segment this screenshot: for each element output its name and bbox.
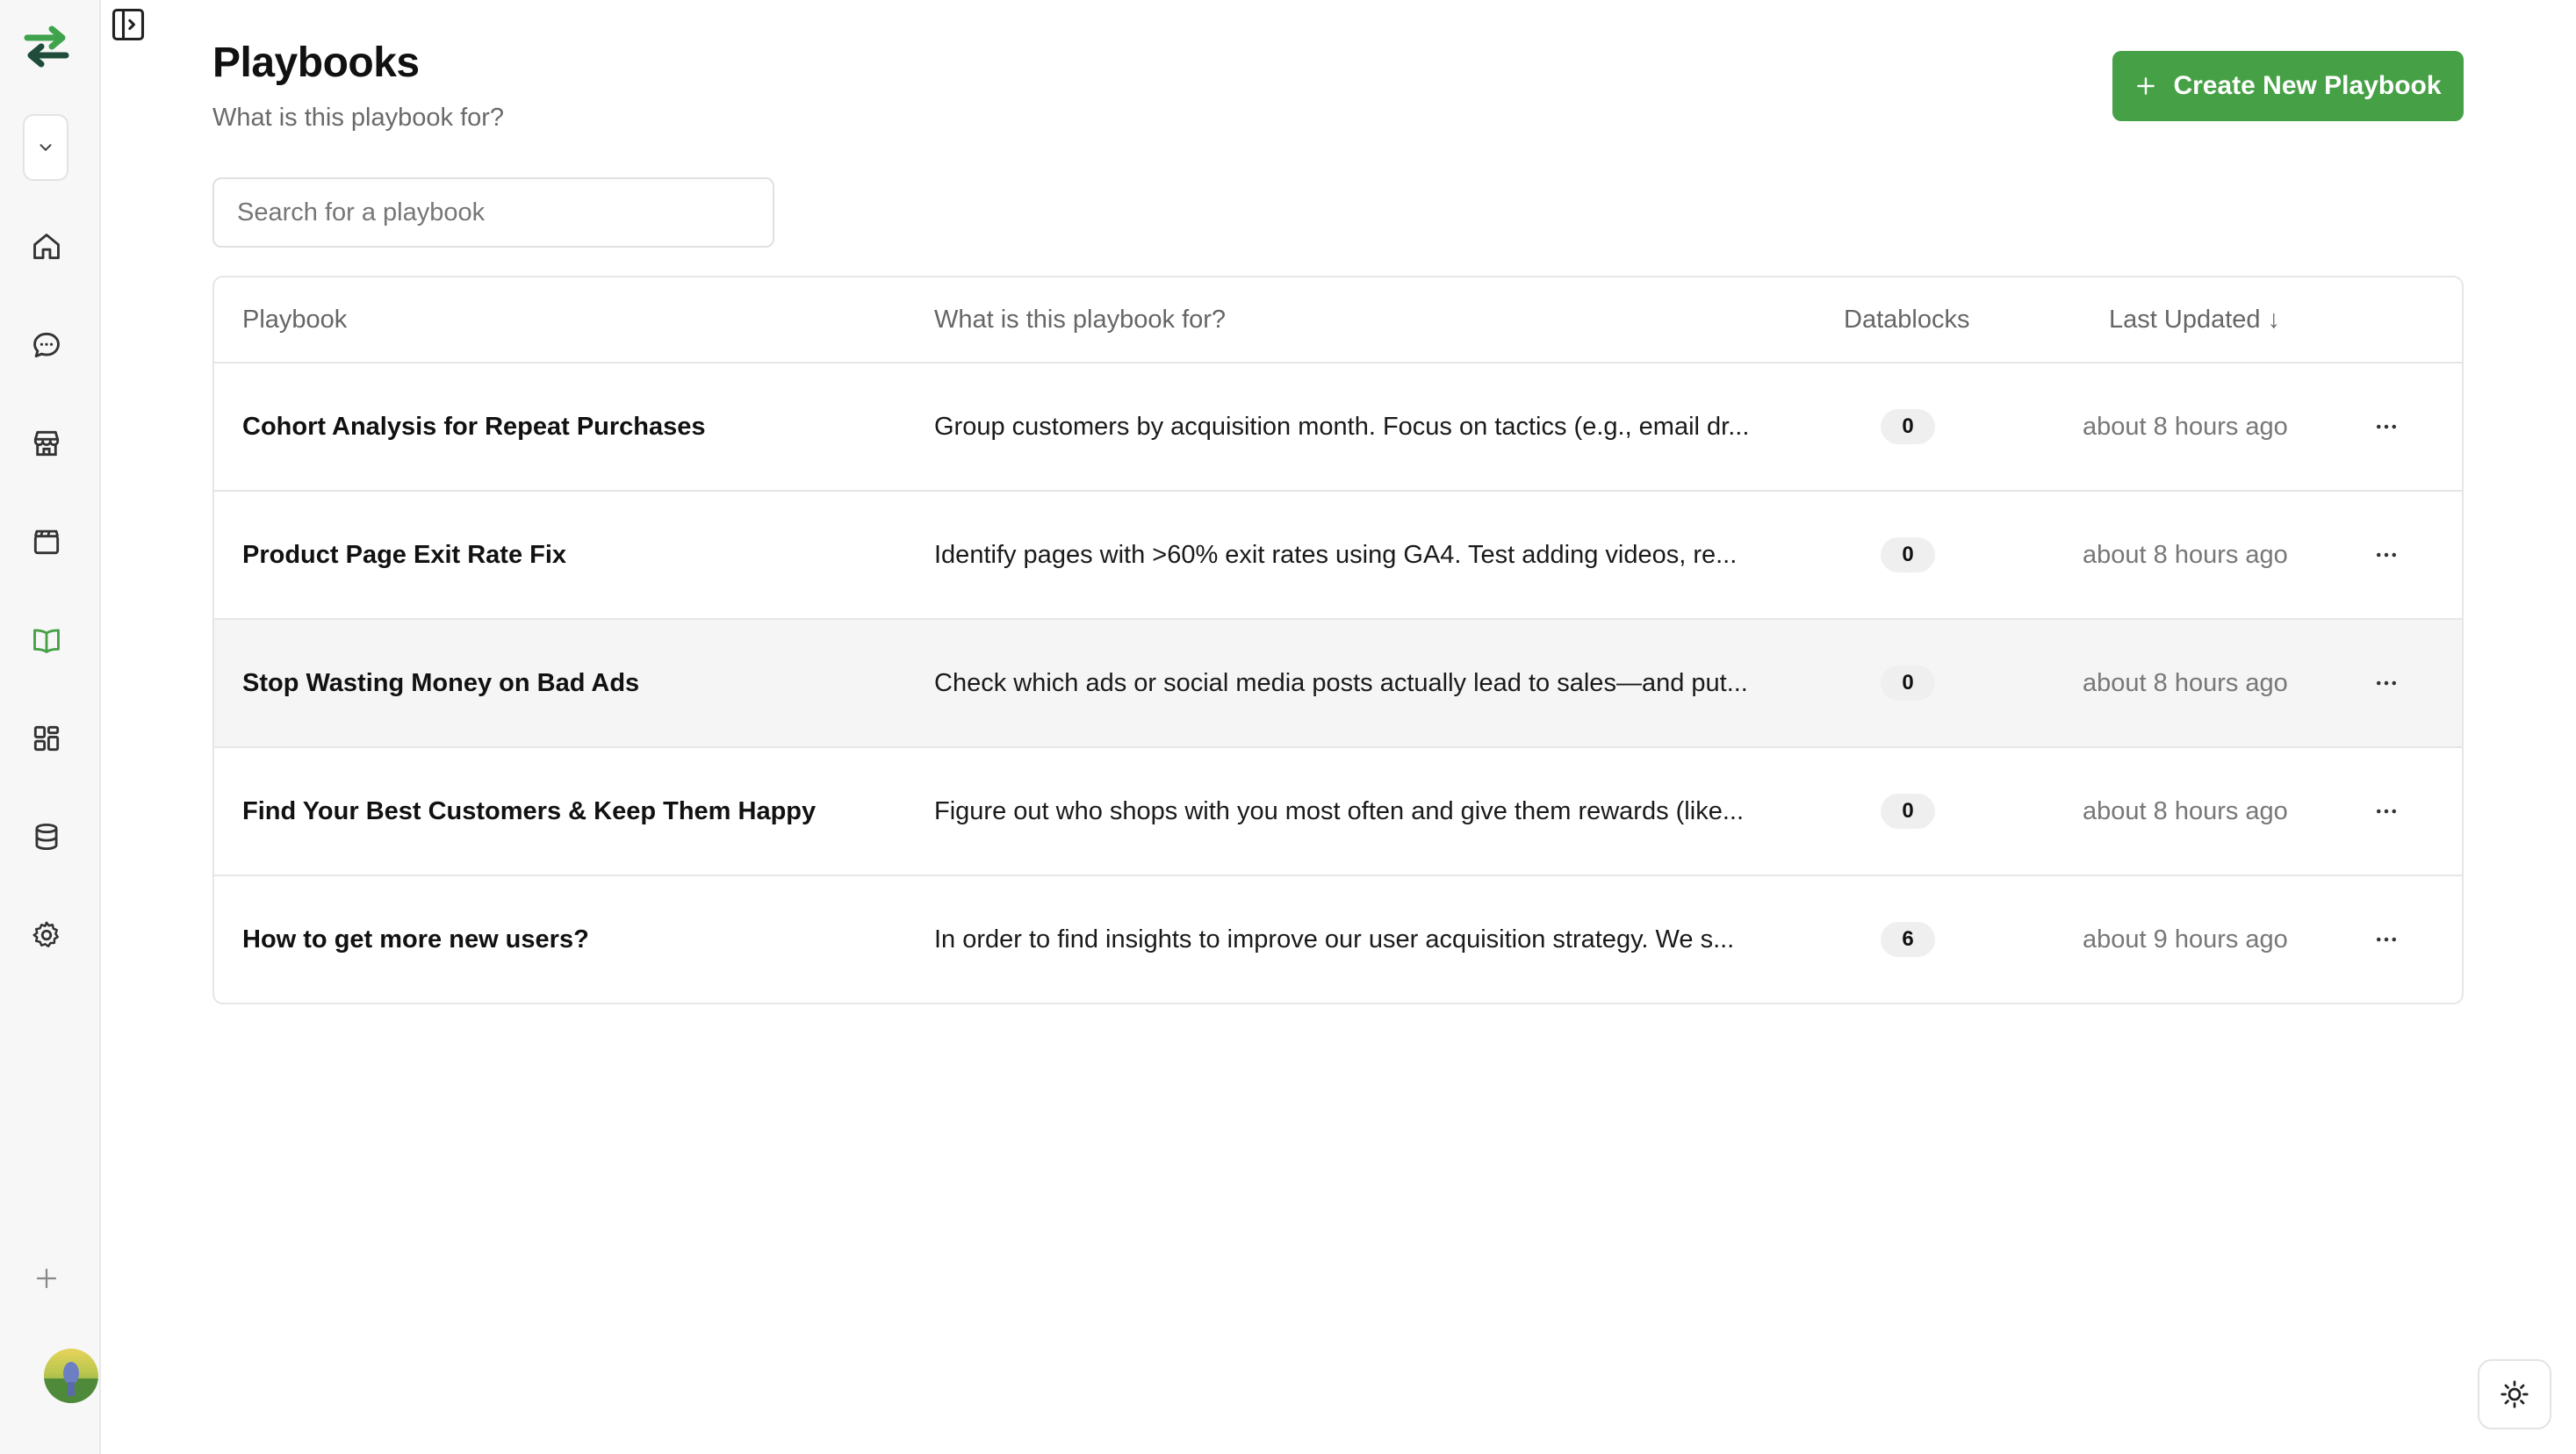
table-row[interactable]: Cohort Analysis for Repeat Purchases Gro… xyxy=(214,364,2462,492)
datablocks-count-badge: 0 xyxy=(1881,794,1935,829)
plus-icon xyxy=(2137,77,2155,95)
create-playbook-button[interactable]: Create New Playbook xyxy=(2112,51,2464,121)
clapperboard-icon xyxy=(33,529,60,555)
create-playbook-label: Create New Playbook xyxy=(2173,71,2442,100)
playbook-description: Figure out who shops with you most often… xyxy=(934,797,1744,825)
playbook-description: Check which ads or social media posts ac… xyxy=(934,669,1748,697)
row-menu-button[interactable] xyxy=(2365,406,2407,448)
last-updated: about 8 hours ago xyxy=(2083,797,2288,825)
table-row[interactable]: Find Your Best Customers & Keep Them Hap… xyxy=(214,748,2462,876)
table-row[interactable]: How to get more new users? In order to f… xyxy=(214,876,2462,1003)
panel-toggle-icon xyxy=(112,8,145,41)
nav-dashboards[interactable] xyxy=(24,716,69,761)
last-updated: about 8 hours ago xyxy=(2083,669,2288,697)
datablocks-count-badge: 0 xyxy=(1881,537,1935,572)
playbook-name: Cohort Analysis for Repeat Purchases xyxy=(242,413,706,441)
more-horizontal-icon xyxy=(2377,552,2396,558)
more-horizontal-icon xyxy=(2377,809,2396,814)
add-button[interactable] xyxy=(24,1256,69,1301)
row-menu-button[interactable] xyxy=(2365,790,2407,832)
nav-playbooks[interactable] xyxy=(24,617,69,663)
store-icon xyxy=(33,430,60,457)
nav-chat[interactable] xyxy=(24,322,69,368)
table-header: Playbook What is this playbook for? Data… xyxy=(214,277,2462,364)
sun-icon xyxy=(2500,1380,2529,1408)
dashboard-icon xyxy=(33,725,60,752)
page-subtitle: What is this playbook for? xyxy=(212,104,505,132)
playbook-name: Find Your Best Customers & Keep Them Hap… xyxy=(242,797,817,825)
row-menu-button[interactable] xyxy=(2365,918,2407,961)
column-header-last-updated[interactable]: Last Updated ↓ xyxy=(2109,277,2280,362)
sidebar xyxy=(0,0,101,1454)
more-horizontal-icon xyxy=(2377,937,2396,942)
search-input[interactable] xyxy=(212,177,774,248)
playbook-description: Group customers by acquisition month. Fo… xyxy=(934,413,1750,441)
book-open-icon xyxy=(33,629,60,653)
avatar[interactable] xyxy=(44,1349,98,1403)
table-row[interactable]: Stop Wasting Money on Bad Ads Check whic… xyxy=(214,620,2462,748)
nav-home[interactable] xyxy=(24,224,69,270)
row-menu-button[interactable] xyxy=(2365,534,2407,576)
more-horizontal-icon xyxy=(2377,424,2396,429)
logo-icon[interactable] xyxy=(19,19,74,74)
table-row[interactable]: Product Page Exit Rate Fix Identify page… xyxy=(214,492,2462,620)
nav-store[interactable] xyxy=(24,421,69,466)
more-horizontal-icon xyxy=(2377,680,2396,686)
datablocks-count-badge: 6 xyxy=(1881,922,1935,957)
playbook-description: In order to find insights to improve our… xyxy=(934,925,1735,954)
sidebar-toggle-button[interactable] xyxy=(107,4,149,46)
chevron-down-icon xyxy=(40,144,52,151)
datablocks-count-badge: 0 xyxy=(1881,409,1935,444)
column-header-datablocks[interactable]: Datablocks xyxy=(1844,277,1969,362)
playbook-name: Stop Wasting Money on Bad Ads xyxy=(242,669,640,697)
playbook-name: Product Page Exit Rate Fix xyxy=(242,541,567,569)
workspace-dropdown[interactable] xyxy=(23,114,68,181)
playbook-name: How to get more new users? xyxy=(242,925,589,954)
playbook-description: Identify pages with >60% exit rates usin… xyxy=(934,541,1738,569)
last-updated: about 8 hours ago xyxy=(2083,541,2288,569)
column-header-playbook[interactable]: Playbook xyxy=(242,277,347,362)
row-menu-button[interactable] xyxy=(2365,662,2407,704)
database-icon xyxy=(35,823,58,851)
nav-media[interactable] xyxy=(24,519,69,565)
nav-data[interactable] xyxy=(24,814,69,860)
theme-toggle-button[interactable] xyxy=(2478,1359,2551,1429)
last-updated: about 9 hours ago xyxy=(2083,925,2288,954)
plus-icon xyxy=(36,1268,57,1289)
nav-settings[interactable] xyxy=(24,912,69,958)
datablocks-count-badge: 0 xyxy=(1881,666,1935,701)
column-header-purpose[interactable]: What is this playbook for? xyxy=(934,277,1226,362)
playbooks-table: Playbook What is this playbook for? Data… xyxy=(212,276,2464,1004)
chat-icon xyxy=(33,332,60,358)
page-title: Playbooks xyxy=(212,40,420,86)
home-icon xyxy=(33,234,60,260)
gear-icon xyxy=(32,921,59,947)
last-updated: about 8 hours ago xyxy=(2083,413,2288,441)
